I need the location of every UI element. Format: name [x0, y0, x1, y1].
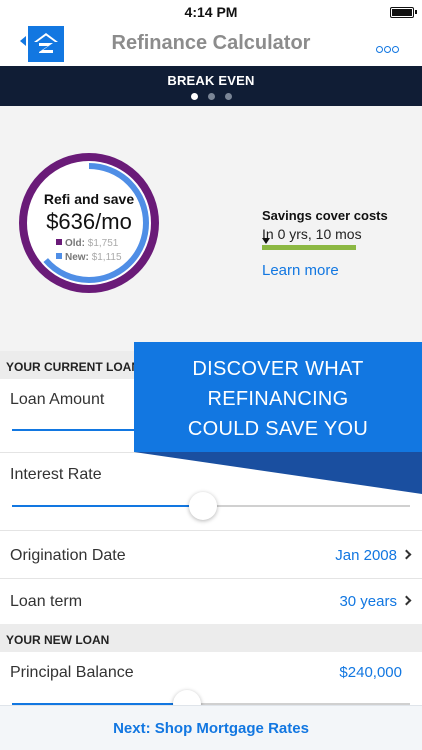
page-dot-3[interactable]: [224, 93, 232, 100]
promo-line-1: DISCOVER WHAT: [192, 358, 364, 380]
savings-heading: Savings cover costs: [262, 208, 388, 223]
chevron-right-icon: [401, 595, 412, 606]
more-options-icon[interactable]: [376, 40, 402, 53]
promo-text: DISCOVER WHAT REFINANCING COULD SAVE YOU: [134, 354, 422, 444]
new-loan-header: YOUR NEW LOAN: [0, 624, 422, 652]
promo-banner[interactable]: DISCOVER WHAT REFINANCING COULD SAVE YOU: [134, 342, 422, 494]
promo-line-2: REFINANCING: [207, 388, 349, 410]
new-payment-row: New: $1,115: [56, 252, 202, 263]
old-payment-value: $1,751: [87, 238, 119, 249]
next-shop-mortgage-rates-button[interactable]: Next: Shop Mortgage Rates: [0, 720, 422, 737]
tab-break-even[interactable]: BREAK EVEN: [0, 73, 422, 88]
page-dot-1[interactable]: [190, 93, 198, 100]
loan-term-value[interactable]: 30 years: [339, 593, 412, 610]
interest-rate-slider[interactable]: [12, 492, 410, 520]
loan-term-label: Loan term: [10, 593, 83, 610]
page-indicator[interactable]: [0, 93, 422, 100]
tab-header: BREAK EVEN: [0, 66, 422, 106]
break-even-marker-icon: [262, 238, 270, 244]
page-dot-2[interactable]: [207, 93, 215, 100]
break-even-bar: [262, 238, 356, 250]
new-legend-swatch: [56, 253, 62, 259]
monthly-savings: $636/mo: [46, 209, 132, 234]
origination-date-text: Jan 2008: [335, 547, 397, 564]
status-time: 4:14 PM: [184, 4, 238, 20]
ring-headline: Refi and save: [43, 191, 135, 207]
principal-balance-value[interactable]: $240,000: [339, 664, 402, 681]
savings-time: In 0 yrs, 10 mos: [262, 226, 362, 242]
new-label: New:: [65, 252, 89, 263]
origination-date-label: Origination Date: [10, 547, 126, 564]
learn-more-link[interactable]: Learn more: [262, 262, 412, 279]
old-label: Old:: [65, 238, 85, 249]
old-payment-row: Old: $1,751: [56, 238, 202, 249]
chevron-right-icon: [401, 549, 412, 560]
bottom-bar: Next: Shop Mortgage Rates: [0, 705, 422, 750]
page-title: Refinance Calculator: [111, 32, 311, 54]
principal-balance-label: Principal Balance: [10, 664, 134, 681]
divider: [0, 578, 422, 579]
interest-rate-label: Interest Rate: [10, 466, 102, 483]
payment-ring-chart: Refi and save $636/mo Old: $1,751 New: $…: [16, 150, 162, 296]
old-legend-swatch: [56, 239, 62, 245]
interest-rate-slider-fill: [12, 505, 204, 507]
loan-term-text: 30 years: [339, 593, 397, 610]
promo-line-3: COULD SAVE YOU: [187, 418, 369, 440]
loan-amount-label: Loan Amount: [10, 391, 105, 408]
interest-rate-slider-thumb[interactable]: [189, 492, 218, 520]
battery-icon: [390, 7, 417, 18]
new-payment-value: $1,115: [91, 252, 122, 263]
loan-amount-slider-fill: [12, 429, 152, 431]
divider: [0, 530, 422, 531]
status-bar: 4:14 PM: [0, 0, 422, 24]
nav-bar: Refinance Calculator: [0, 24, 422, 66]
break-even-info: Savings cover costs In 0 yrs, 10 mos Lea…: [262, 208, 412, 279]
origination-date-value[interactable]: Jan 2008: [335, 547, 412, 564]
savings-summary: Refi and save $636/mo Old: $1,751 New: $…: [0, 106, 422, 356]
